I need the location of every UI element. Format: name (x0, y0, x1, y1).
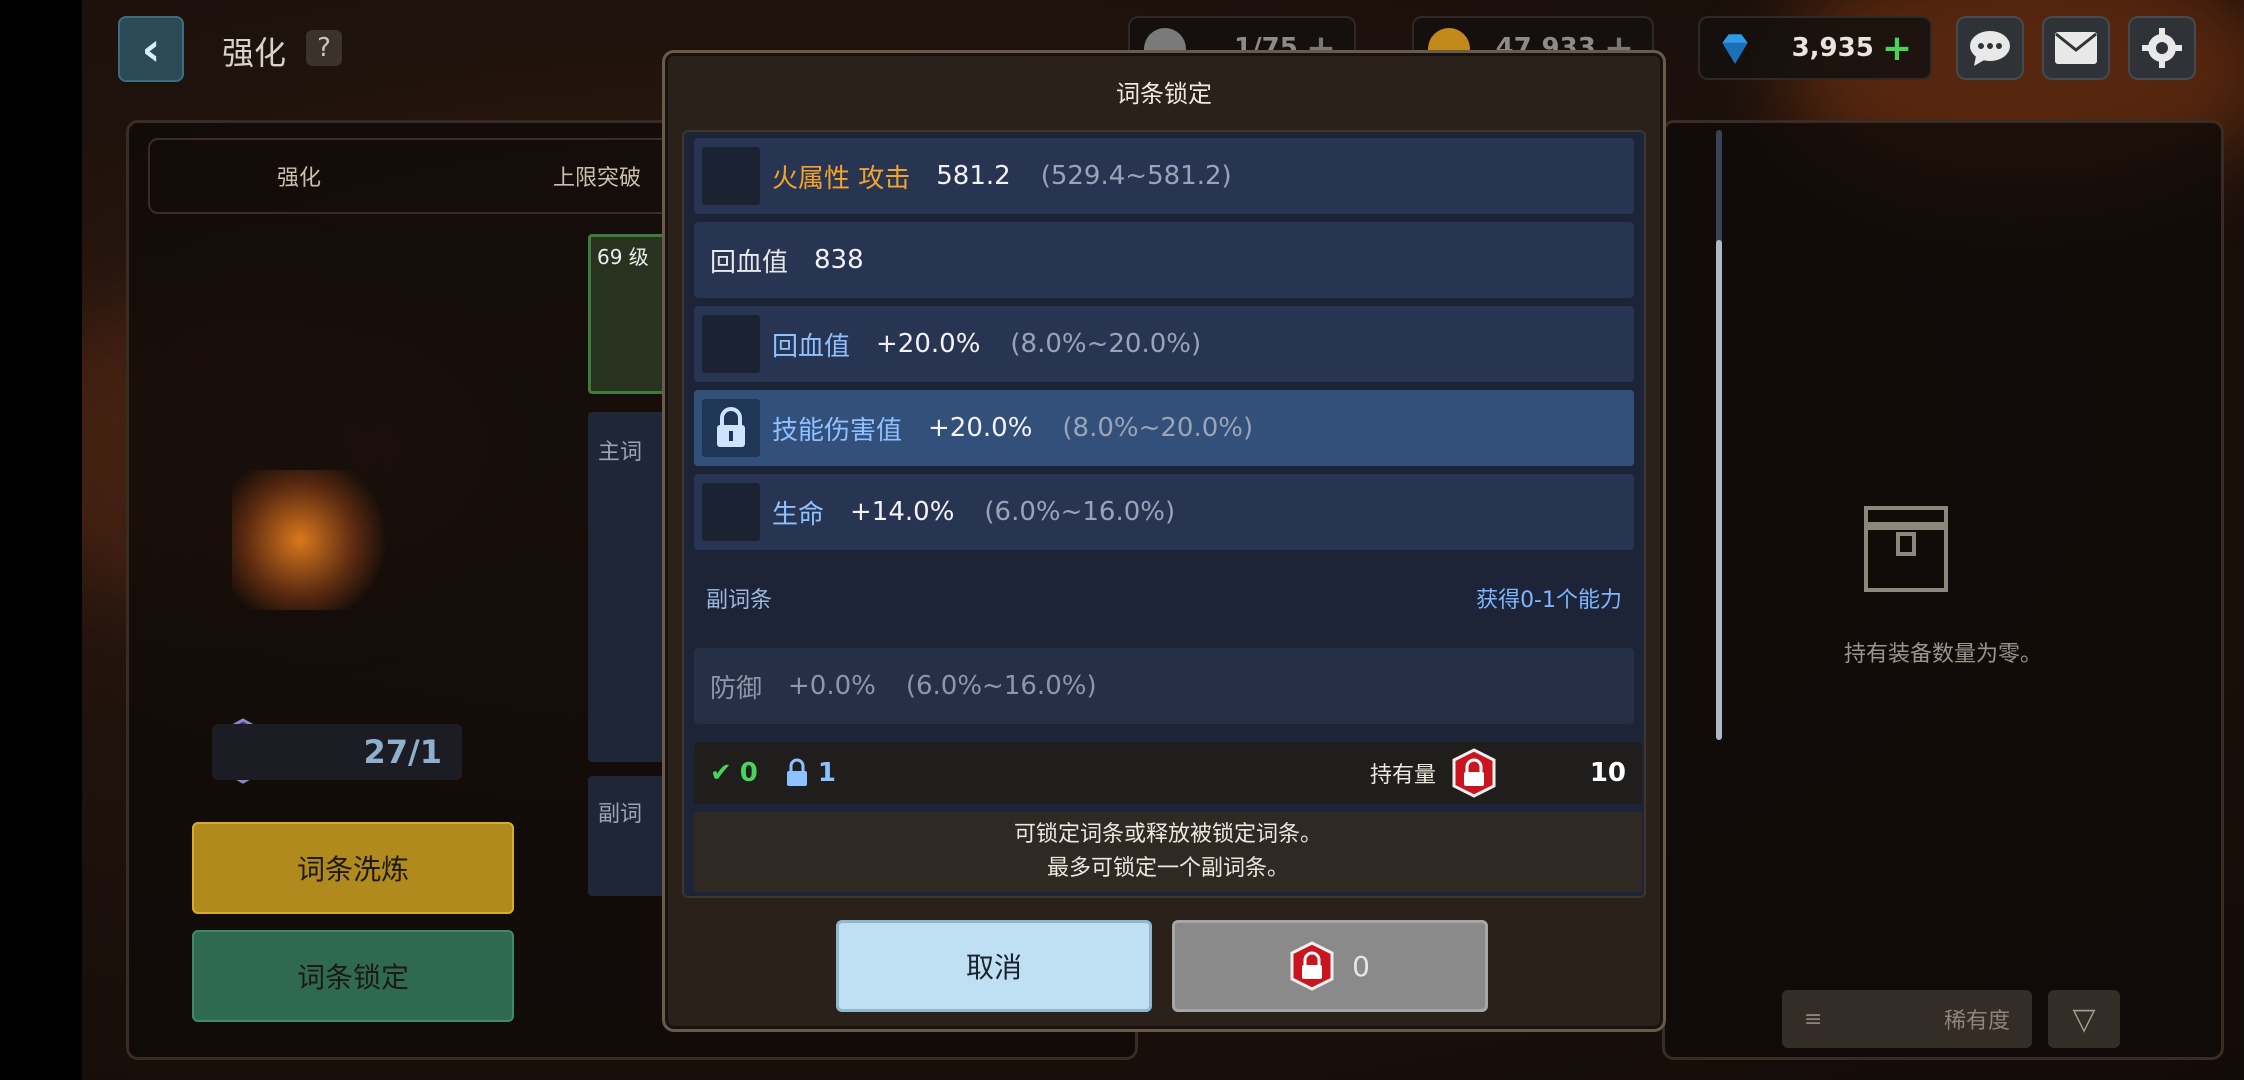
scrollbar-thumb[interactable] (1716, 240, 1722, 740)
dialog-title: 词条锁定 (1116, 80, 1212, 108)
back-button[interactable]: ‹ (118, 16, 184, 82)
option-row-locked[interactable]: 技能伤害值 +20.0% (8.0%~20.0%) (694, 390, 1634, 466)
help-button[interactable]: ? (306, 30, 342, 66)
mail-icon (2055, 32, 2097, 64)
dialog-note: 可锁定词条或释放被锁定词条。 最多可锁定一个副词条。 (694, 812, 1642, 892)
lock-option-button[interactable]: 词条锁定 (192, 930, 514, 1022)
tab-enhance[interactable]: 强化 (150, 160, 448, 192)
sub-option-header: 副词条 获得0-1个能力 (706, 588, 1622, 613)
option-row: 回血值 838 (694, 222, 1634, 298)
game-screen: ‹ 强化 ? 1/75 + 47,933 + 3,935 + 强化 上限突破 27/1… (82, 0, 2244, 1080)
lock-status-bar: ✔ 0 1 持有量 10 (694, 742, 1642, 804)
chest-icon (1864, 506, 1948, 592)
lock-token-icon (1452, 748, 1496, 798)
scrollbar[interactable] (1716, 130, 1722, 740)
inventory-empty-text: 持有装备数量为零。 (1843, 642, 2042, 667)
option-list: 火属性 攻击 581.2 (529.4~581.2) 回血值 838 回血值 +… (682, 130, 1646, 898)
list-icon: ≡ (1804, 1006, 1823, 1032)
lock-slot[interactable] (702, 399, 760, 457)
tab-bar: 强化 上限突破 (148, 138, 748, 214)
lock-icon (786, 758, 807, 786)
lock-token-icon (1290, 941, 1334, 991)
option-row[interactable]: 火属性 攻击 581.2 (529.4~581.2) (694, 138, 1634, 214)
option-row[interactable]: 生命 +14.0% (6.0%~16.0%) (694, 474, 1634, 550)
lock-slot[interactable] (702, 147, 760, 205)
page-title: 强化 (222, 34, 287, 72)
mail-button[interactable] (2042, 16, 2110, 80)
lock-slot[interactable] (702, 483, 760, 541)
cancel-button[interactable]: 取消 (836, 920, 1152, 1012)
resource-gems[interactable]: 3,935 + (1698, 16, 1932, 80)
chat-icon (1970, 31, 2010, 66)
chevron-left-icon: ‹ (141, 22, 161, 76)
confirm-lock-button[interactable]: 0 (1172, 920, 1488, 1012)
filter-icon: ▽ (2072, 1001, 2096, 1037)
gear-icon (2142, 28, 2182, 68)
check-icon: ✔ (710, 758, 732, 788)
lock-icon (717, 407, 745, 447)
option-row[interactable]: 回血值 +20.0% (8.0%~20.0%) (694, 306, 1634, 382)
lock-slot[interactable] (702, 315, 760, 373)
plus-icon[interactable]: + (1882, 28, 1912, 69)
sort-dropdown[interactable]: ≡ 稀有度 (1782, 990, 2032, 1048)
sub-option-row: 防御 +0.0% (6.0%~16.0%) (694, 648, 1634, 724)
equipment-level: 69 级 (597, 245, 649, 269)
counter-icon-holder (212, 718, 274, 784)
gem-icon (1722, 34, 1748, 64)
chat-button[interactable] (1956, 16, 2024, 80)
settings-button[interactable] (2128, 16, 2196, 80)
filter-button[interactable]: ▽ (2048, 990, 2120, 1048)
reroll-button[interactable]: 词条洗炼 (192, 822, 514, 914)
hero-sprite (232, 470, 402, 610)
